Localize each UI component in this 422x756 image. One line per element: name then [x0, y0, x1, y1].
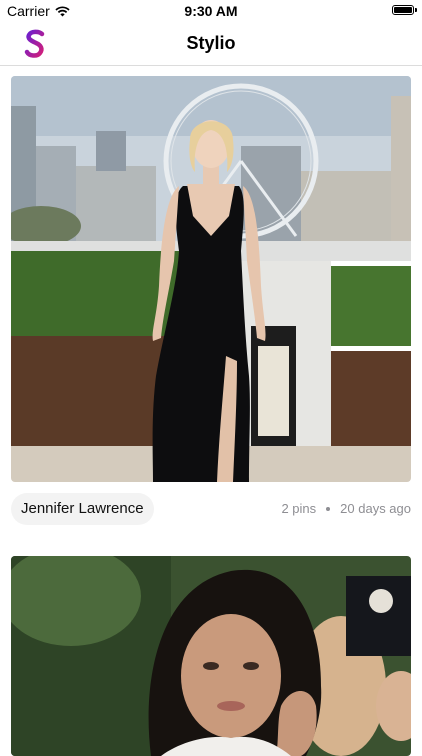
card-photo[interactable]: [11, 556, 411, 756]
card-meta: Jennifer Lawrence 2 pins 20 days ago: [11, 493, 411, 525]
navigation-bar: Stylio: [0, 22, 422, 66]
separator-dot: [326, 506, 331, 511]
pin-count: 2 pins: [281, 501, 317, 516]
page-title: Stylio: [186, 33, 236, 53]
card-stats: 2 pins 20 days ago: [281, 501, 411, 516]
post-age: 20 days ago: [340, 501, 411, 516]
clock: 9:30 AM: [184, 3, 238, 19]
status-bar: Carrier 9:30 AM: [0, 0, 422, 22]
outfit-photo-garden: [11, 556, 411, 756]
celebrity-name-chip[interactable]: Jennifer Lawrence: [11, 493, 154, 525]
card-photo[interactable]: [11, 76, 411, 482]
battery-icon: [392, 5, 417, 15]
outfit-photo-red-carpet: [11, 76, 411, 482]
